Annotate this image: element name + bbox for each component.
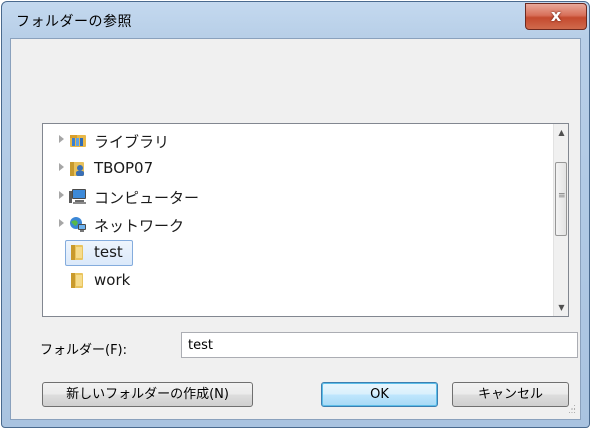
expand-arrow-icon[interactable]: [59, 163, 64, 171]
close-icon: x: [550, 6, 562, 25]
vertical-scrollbar[interactable]: ▲ ≡ ▼: [553, 124, 568, 316]
title-bar[interactable]: フォルダーの参照 x: [2, 2, 589, 38]
folder-tree[interactable]: ライブラリ TBOP07 コンピューター ネットワーク test work ▲ …: [42, 123, 569, 317]
resize-grip-icon[interactable]: .:.::: [566, 403, 576, 415]
computer-icon: [69, 189, 86, 204]
cancel-button[interactable]: キャンセル: [452, 382, 569, 407]
dialog-body: ライブラリ TBOP07 コンピューター ネットワーク test work ▲ …: [10, 38, 581, 420]
tree-item-label: TBOP07: [94, 159, 154, 177]
grip-icon: ≡: [558, 191, 566, 201]
tree-item-library[interactable]: ライブラリ: [43, 127, 538, 155]
ok-button[interactable]: OK: [321, 382, 438, 407]
tree-item-label: コンピューター: [94, 189, 200, 207]
tree-item-label: ネットワーク: [94, 217, 185, 235]
tree-item-label: work: [94, 271, 131, 289]
scrollbar-thumb[interactable]: ≡: [555, 162, 567, 236]
folder-icon: [71, 245, 83, 260]
folder-field-label: フォルダー(F):: [40, 343, 128, 358]
folder-icon: [71, 273, 83, 288]
tree-item-network[interactable]: ネットワーク: [43, 211, 538, 239]
tree-item-test[interactable]: test: [43, 239, 538, 267]
expand-arrow-icon[interactable]: [59, 191, 64, 199]
scroll-up-icon[interactable]: ▲: [554, 124, 568, 141]
user-folder-icon: [70, 162, 84, 176]
expand-arrow-icon[interactable]: [59, 219, 64, 227]
library-icon: [70, 135, 86, 147]
tree-item-work[interactable]: work: [43, 267, 538, 295]
folder-name-input[interactable]: [181, 332, 578, 358]
tree-item-tbop07[interactable]: TBOP07: [43, 155, 538, 183]
browse-folder-dialog: フォルダーの参照 x ライブラリ TBOP07 コンピューター ネットワーク t…: [1, 1, 590, 428]
tree-item-computer[interactable]: コンピューター: [43, 183, 538, 211]
window-title: フォルダーの参照: [16, 14, 132, 30]
tree-item-label: test: [94, 243, 123, 261]
network-icon: [70, 217, 86, 232]
tree-item-label: ライブラリ: [94, 133, 170, 151]
new-folder-button[interactable]: 新しいフォルダーの作成(N): [42, 382, 253, 407]
close-button[interactable]: x: [525, 3, 587, 30]
expand-arrow-icon[interactable]: [59, 135, 64, 143]
scroll-down-icon[interactable]: ▼: [554, 299, 568, 316]
